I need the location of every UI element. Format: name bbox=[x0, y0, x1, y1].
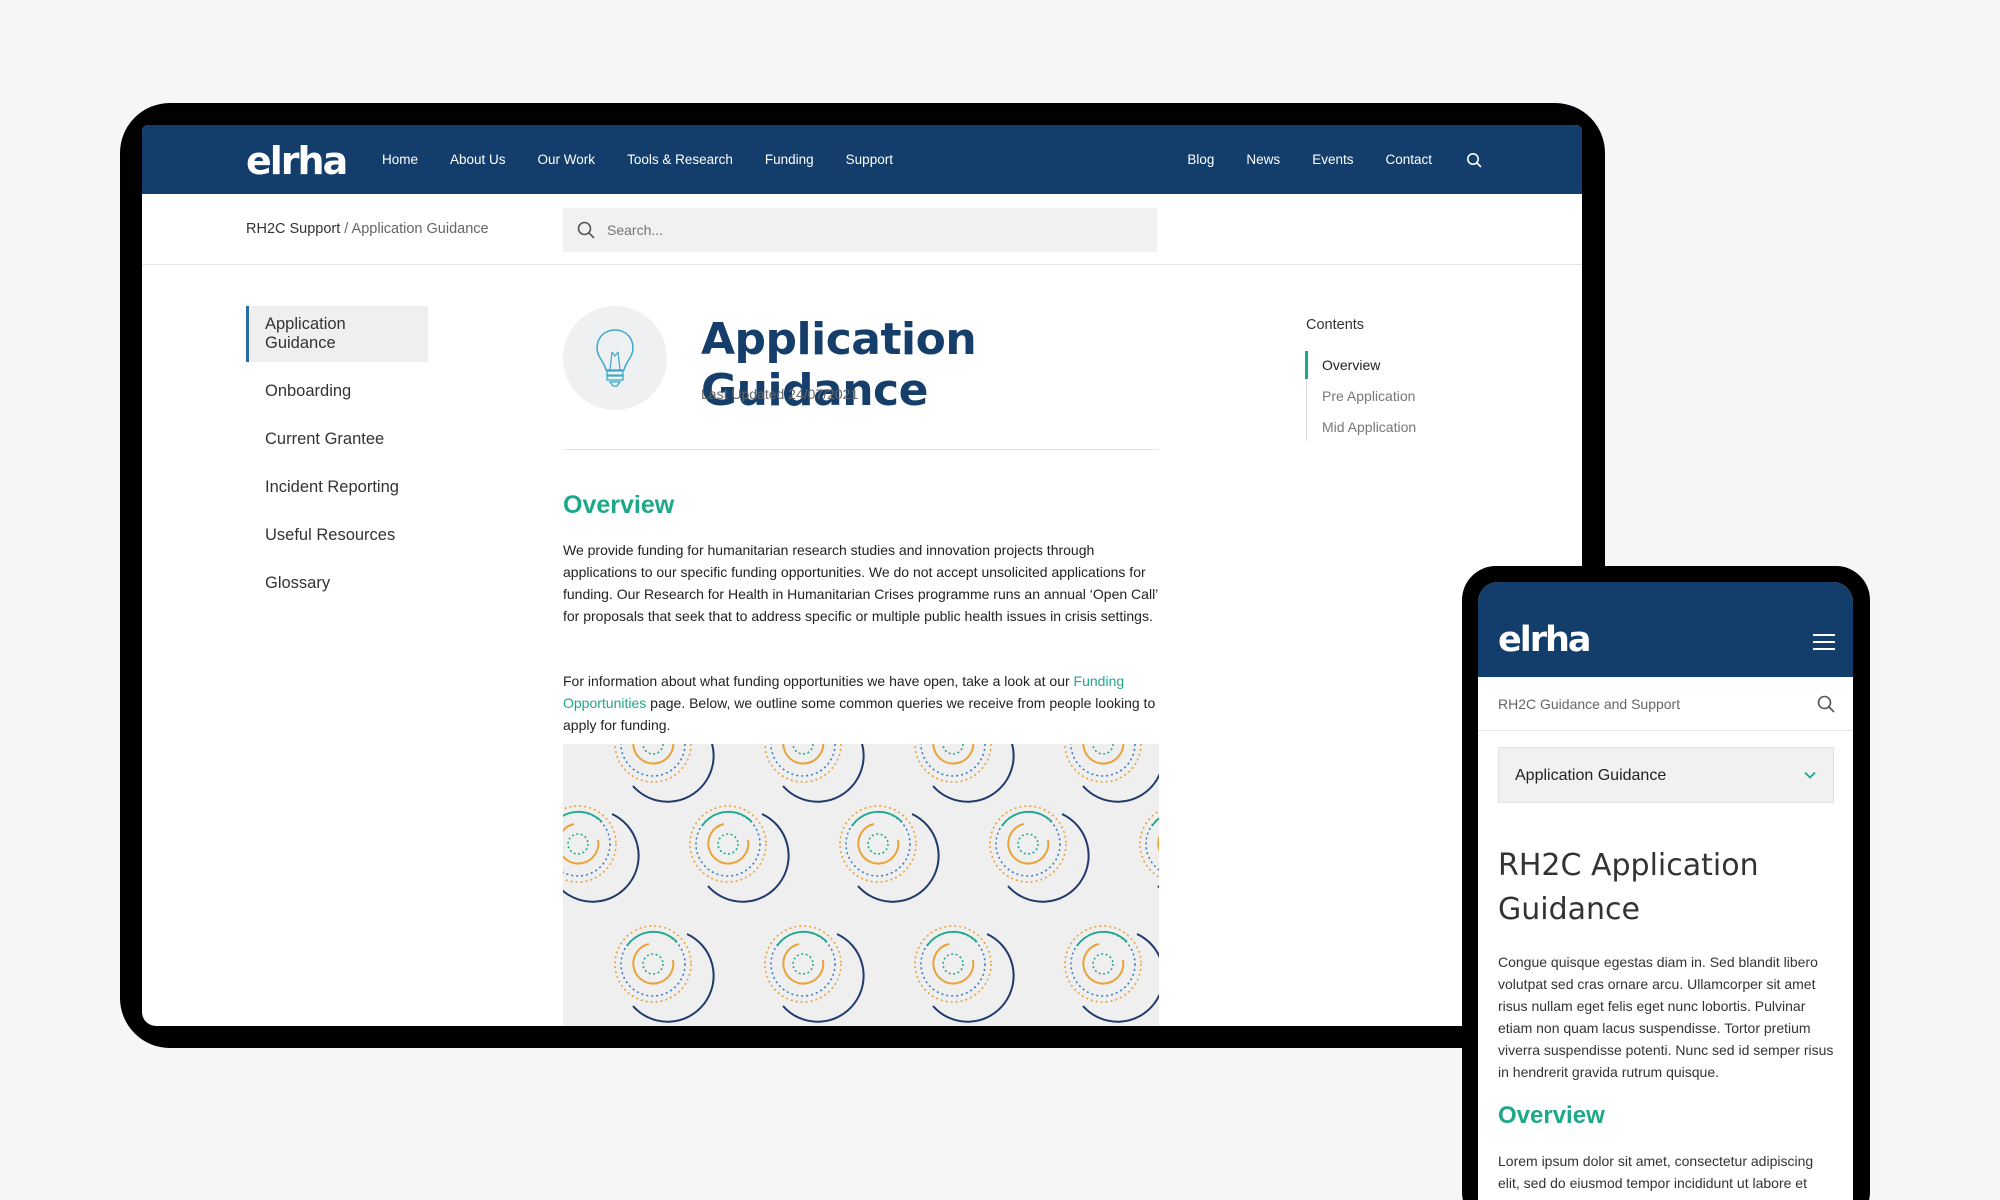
primary-nav: Home About Us Our Work Tools & Research … bbox=[382, 125, 925, 194]
nav-support[interactable]: Support bbox=[846, 152, 893, 167]
toc-heading: Contents bbox=[1306, 317, 1365, 333]
mobile-header: elrha bbox=[1478, 582, 1853, 677]
sidebar-item-glossary[interactable]: Glossary bbox=[246, 565, 446, 602]
search-icon bbox=[577, 221, 595, 239]
search-icon[interactable] bbox=[1466, 152, 1482, 168]
toc-list: Overview Pre Application Mid Application bbox=[1305, 351, 1416, 441]
select-value: Application Guidance bbox=[1515, 767, 1667, 784]
lightbulb-icon bbox=[563, 306, 667, 410]
search-icon[interactable] bbox=[1817, 695, 1835, 713]
chevron-down-icon bbox=[1804, 771, 1816, 779]
tablet-device-frame: elrha Home About Us Our Work Tools & Res… bbox=[120, 103, 1605, 1048]
breadcrumb: RH2C Support / Application Guidance bbox=[246, 221, 489, 237]
paragraph-text: page. Below, we outline some common quer… bbox=[563, 695, 1156, 733]
search-bar bbox=[563, 208, 1157, 252]
secondary-nav: Blog News Events Contact bbox=[1155, 125, 1482, 194]
elrha-logo[interactable]: elrha bbox=[246, 139, 348, 183]
sidebar-item-incident-reporting[interactable]: Incident Reporting bbox=[246, 469, 446, 506]
breadcrumb-parent[interactable]: RH2C Support bbox=[246, 221, 340, 237]
mobile-intro-paragraph: Congue quisque egestas diam in. Sed blan… bbox=[1498, 954, 1834, 1080]
elrha-logo[interactable]: elrha bbox=[1498, 620, 1592, 660]
nav-news[interactable]: News bbox=[1246, 152, 1280, 167]
nav-tools-research[interactable]: Tools & Research bbox=[627, 152, 733, 167]
sidebar-item-application-guidance[interactable]: Application Guidance bbox=[246, 306, 428, 362]
nav-about-us[interactable]: About Us bbox=[450, 152, 506, 167]
sidebar-item-useful-resources[interactable]: Useful Resources bbox=[246, 517, 446, 554]
desktop-screen: elrha Home About Us Our Work Tools & Res… bbox=[142, 125, 1582, 1026]
funding-paragraph: For information about what funding oppor… bbox=[563, 670, 1159, 736]
page-select-dropdown[interactable]: Application Guidance bbox=[1498, 747, 1834, 803]
nav-contact[interactable]: Contact bbox=[1385, 152, 1432, 167]
mobile-page-title: RH2C Application Guidance bbox=[1498, 848, 1759, 927]
nav-events[interactable]: Events bbox=[1312, 152, 1353, 167]
sub-header: RH2C Support / Application Guidance bbox=[142, 194, 1582, 265]
section-heading-overview: Overview bbox=[563, 491, 675, 519]
table-of-contents: Contents Overview Pre Application Mid Ap… bbox=[1305, 317, 1416, 444]
desktop-header: elrha Home About Us Our Work Tools & Res… bbox=[142, 125, 1582, 194]
phone-device-frame: elrha RH2C Guidance and Support Applicat… bbox=[1462, 566, 1870, 1200]
mobile-screen: elrha RH2C Guidance and Support Applicat… bbox=[1478, 582, 1853, 1200]
nav-funding[interactable]: Funding bbox=[765, 152, 814, 167]
toc-item-pre-application[interactable]: Pre Application bbox=[1307, 382, 1416, 410]
mobile-section-heading-overview: Overview bbox=[1498, 1102, 1605, 1129]
toc-item-overview[interactable]: Overview bbox=[1305, 351, 1416, 379]
breadcrumb-current: / Application Guidance bbox=[344, 221, 489, 237]
sidebar-item-current-grantee[interactable]: Current Grantee bbox=[246, 421, 446, 458]
mobile-section-title: RH2C Guidance and Support bbox=[1498, 696, 1681, 712]
hamburger-menu-icon[interactable] bbox=[1813, 634, 1835, 652]
decorative-pattern-image bbox=[563, 744, 1159, 1026]
search-input[interactable] bbox=[607, 222, 1107, 238]
nav-blog[interactable]: Blog bbox=[1187, 152, 1214, 167]
last-updated: Last Updated 24/07/2021 bbox=[701, 386, 859, 402]
nav-our-work[interactable]: Our Work bbox=[538, 152, 596, 167]
sidebar-item-onboarding[interactable]: Onboarding bbox=[246, 373, 446, 410]
sidebar-nav: Application Guidance Onboarding Current … bbox=[246, 306, 446, 613]
overview-paragraph: We provide funding for humanitarian rese… bbox=[563, 542, 1158, 624]
toc-item-mid-application[interactable]: Mid Application bbox=[1307, 413, 1416, 441]
divider bbox=[563, 449, 1159, 450]
mobile-sub-header: RH2C Guidance and Support bbox=[1478, 677, 1853, 731]
mobile-overview-paragraph: Lorem ipsum dolor sit amet, consectetur … bbox=[1498, 1153, 1814, 1200]
paragraph-text: For information about what funding oppor… bbox=[563, 673, 1074, 689]
nav-home[interactable]: Home bbox=[382, 152, 418, 167]
